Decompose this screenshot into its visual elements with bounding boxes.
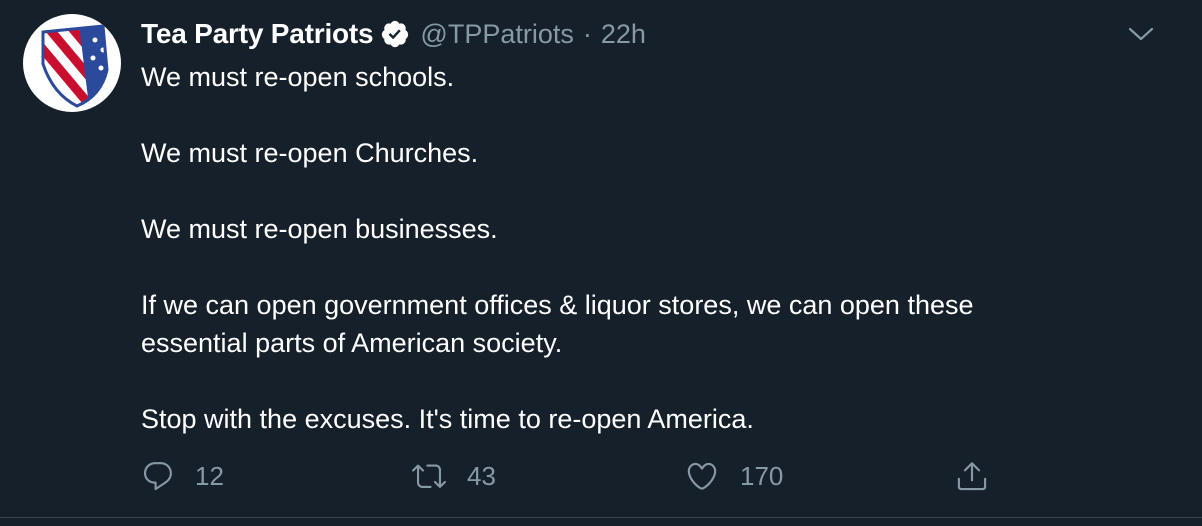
tweet-line: We must re-open businesses. (141, 214, 498, 244)
tweet-text: We must re-open schools. We must re-open… (141, 58, 1141, 438)
display-name[interactable]: Tea Party Patriots (141, 18, 374, 50)
reply-icon (141, 459, 175, 493)
retweet-icon (411, 459, 447, 493)
tweet-actions: 12 43 170 (141, 456, 1001, 496)
tweet-line: We must re-open schools. (141, 62, 455, 92)
reply-button[interactable]: 12 (141, 456, 224, 496)
verified-badge-icon (380, 19, 410, 49)
retweet-count: 43 (467, 460, 496, 491)
tweet-line: Stop with the excuses. It's time to re-o… (141, 404, 754, 434)
tweet-line: essential parts of American society. (141, 328, 563, 358)
retweet-button[interactable]: 43 (411, 456, 496, 496)
tweet-line: If we can open government offices & liqu… (141, 290, 974, 320)
like-count: 170 (740, 460, 784, 491)
share-icon (955, 459, 989, 493)
tweet-header: Tea Party Patriots @TPPatriots · 22h (141, 15, 646, 53)
heart-icon (684, 459, 720, 493)
chevron-down-icon[interactable] (1126, 22, 1156, 46)
shield-logo-icon (41, 24, 109, 108)
timestamp[interactable]: 22h (601, 19, 646, 50)
like-button[interactable]: 170 (684, 456, 783, 496)
share-button[interactable] (955, 456, 989, 496)
handle[interactable]: @TPPatriots (420, 19, 573, 50)
reply-count: 12 (195, 460, 224, 491)
avatar[interactable] (23, 14, 121, 112)
divider (0, 517, 1202, 526)
separator-dot: · (582, 18, 592, 49)
tweet[interactable]: Tea Party Patriots @TPPatriots · 22h We … (0, 0, 1202, 518)
tweet-line: We must re-open Churches. (141, 138, 479, 168)
